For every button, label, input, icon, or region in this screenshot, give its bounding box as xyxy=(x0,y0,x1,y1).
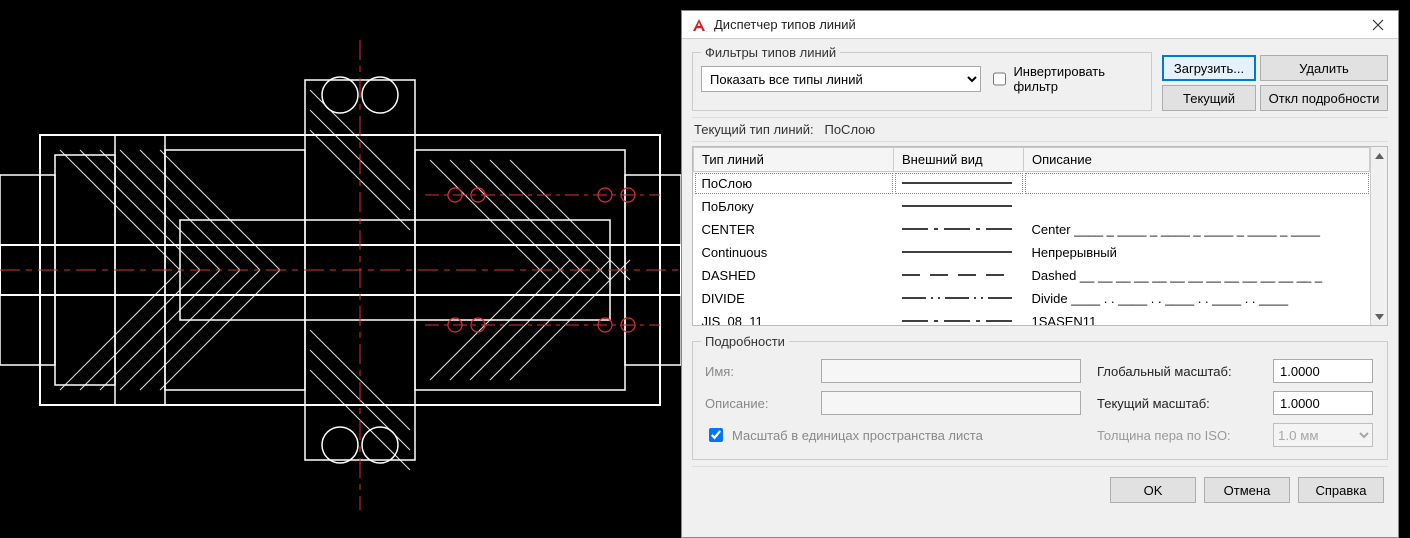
desc-label: Описание: xyxy=(705,396,805,411)
invert-filter-checkbox[interactable] xyxy=(993,72,1006,86)
cancel-button[interactable]: Отмена xyxy=(1204,477,1290,503)
linetype-table[interactable]: Тип линий Внешний вид Описание ПоСлоюПоБ… xyxy=(692,146,1388,326)
filters-fieldset: Фильтры типов линий Показать все типы ли… xyxy=(692,45,1152,111)
filters-legend: Фильтры типов линий xyxy=(701,45,840,60)
scroll-down-button[interactable] xyxy=(1371,308,1387,325)
delete-button[interactable]: Удалить xyxy=(1260,55,1388,81)
close-button[interactable] xyxy=(1358,11,1398,39)
table-row[interactable]: DIVIDE Divide ____ . . ____ . . ____ . . … xyxy=(694,287,1370,310)
ok-button[interactable]: OK xyxy=(1110,477,1196,503)
details-fieldset: Подробности Имя: Глобальный масштаб: Опи… xyxy=(692,334,1388,460)
cell-preview xyxy=(894,287,1024,310)
global-scale-label: Глобальный масштаб: xyxy=(1097,364,1257,379)
table-row[interactable]: ПоСлою xyxy=(694,172,1370,195)
cell-desc: Непрерывный xyxy=(1024,241,1370,264)
current-linetype-value: ПоСлою xyxy=(824,122,875,137)
cell-name: ПоБлоку xyxy=(694,195,894,218)
table-row[interactable]: JIS_08_11 1SASEN11 xyxy=(694,310,1370,326)
cell-preview xyxy=(894,264,1024,287)
table-row[interactable]: Continuous Непрерывный xyxy=(694,241,1370,264)
app-icon xyxy=(690,16,708,34)
iso-select: 1.0 мм xyxy=(1273,423,1373,447)
cell-preview xyxy=(894,310,1024,326)
cell-preview xyxy=(894,241,1024,264)
cell-preview xyxy=(894,195,1024,218)
cell-desc xyxy=(1024,195,1370,218)
cell-name: JIS_08_11 xyxy=(694,310,894,326)
desc-input[interactable] xyxy=(821,391,1081,415)
cell-name: DASHED xyxy=(694,264,894,287)
cell-name: Continuous xyxy=(694,241,894,264)
cell-name: DIVIDE xyxy=(694,287,894,310)
linetype-manager-dialog: Диспетчер типов линий Фильтры типов лини… xyxy=(681,10,1399,538)
toggle-details-button[interactable]: Откл подробности xyxy=(1260,85,1388,111)
invert-filter-label[interactable]: Инвертировать фильтр xyxy=(1013,64,1143,94)
cell-name: CENTER xyxy=(694,218,894,241)
scroll-up-button[interactable] xyxy=(1371,147,1387,164)
cell-desc: Dashed __ __ __ __ __ __ __ __ __ __ __ … xyxy=(1024,264,1370,287)
cell-desc xyxy=(1024,172,1370,195)
col-desc[interactable]: Описание xyxy=(1024,148,1370,172)
details-legend: Подробности xyxy=(701,334,789,349)
load-button[interactable]: Загрузить... xyxy=(1162,55,1256,81)
col-name[interactable]: Тип линий xyxy=(694,148,894,172)
table-scrollbar[interactable] xyxy=(1370,147,1387,325)
name-label: Имя: xyxy=(705,364,805,379)
cell-desc: Divide ____ . . ____ . . ____ . . ____ .… xyxy=(1024,287,1370,310)
cad-drawing-area xyxy=(0,0,681,538)
current-button[interactable]: Текущий xyxy=(1162,85,1256,111)
paper-units-label[interactable]: Масштаб в единицах пространства листа xyxy=(732,428,983,443)
table-header-row[interactable]: Тип линий Внешний вид Описание xyxy=(694,148,1370,172)
titlebar[interactable]: Диспетчер типов линий xyxy=(682,11,1398,39)
help-button[interactable]: Справка xyxy=(1298,477,1384,503)
col-preview[interactable]: Внешний вид xyxy=(894,148,1024,172)
cell-desc: Center ____ _ ____ _ ____ _ ____ _ ____ … xyxy=(1024,218,1370,241)
current-scale-input[interactable] xyxy=(1273,391,1373,415)
paper-units-checkbox[interactable] xyxy=(709,428,723,442)
filter-select[interactable]: Показать все типы линий xyxy=(701,66,981,92)
current-scale-label: Текущий масштаб: xyxy=(1097,396,1257,411)
current-linetype: Текущий тип линий: ПоСлою xyxy=(692,117,1388,142)
cell-desc: 1SASEN11 xyxy=(1024,310,1370,326)
table-row[interactable]: ПоБлоку xyxy=(694,195,1370,218)
iso-label: Толщина пера по ISO: xyxy=(1097,428,1257,443)
name-input[interactable] xyxy=(821,359,1081,383)
table-row[interactable]: CENTER Center ____ _ ____ _ ____ _ ____ _… xyxy=(694,218,1370,241)
table-row[interactable]: DASHED Dashed __ __ __ __ __ __ __ __ __ … xyxy=(694,264,1370,287)
dialog-title: Диспетчер типов линий xyxy=(714,17,1358,32)
cell-preview xyxy=(894,218,1024,241)
cell-preview xyxy=(894,172,1024,195)
cad-drawing xyxy=(0,0,681,538)
current-linetype-label: Текущий тип линий: xyxy=(694,122,814,137)
global-scale-input[interactable] xyxy=(1273,359,1373,383)
scroll-track[interactable] xyxy=(1371,164,1387,308)
cell-name: ПоСлою xyxy=(694,172,894,195)
